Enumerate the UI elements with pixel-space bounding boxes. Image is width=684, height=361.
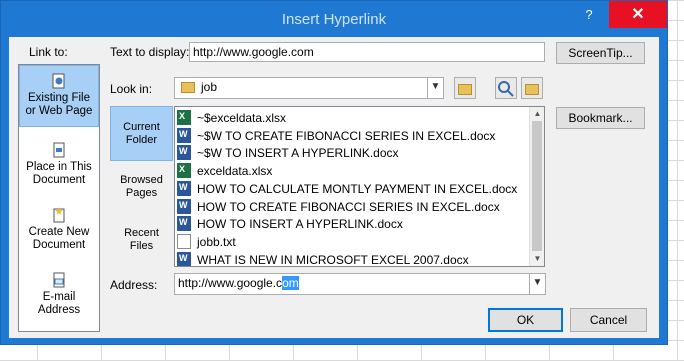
tab-line2: Folder <box>125 134 158 146</box>
file-list-item[interactable]: jobb.txt <box>177 233 236 251</box>
tab-line2: Files <box>129 240 154 252</box>
link-item-line2: Address <box>37 304 81 316</box>
new-document-icon <box>53 207 65 223</box>
browse-the-web-button[interactable] <box>495 77 517 99</box>
insert-hyperlink-dialog: Insert Hyperlink ? ✕ Link to: Existing F… <box>0 0 668 345</box>
chevron-down-icon[interactable]: ▼ <box>529 274 545 294</box>
file-list-item[interactable]: Xexceldata.xlsx <box>177 162 272 180</box>
document-bookmark-icon <box>53 142 65 158</box>
title-bar: Insert Hyperlink ? ✕ <box>1 1 667 37</box>
link-item-line1: E-mail <box>42 291 76 303</box>
folder-open-icon <box>525 84 539 95</box>
word-file-icon: W <box>177 198 191 214</box>
text-to-display-input[interactable]: http://www.google.com <box>189 42 545 62</box>
dialog-body: Link to: Existing File or Web Page Place… <box>9 37 659 338</box>
close-button[interactable]: ✕ <box>609 1 667 28</box>
link-to-existing-file[interactable]: Existing File or Web Page <box>19 65 99 127</box>
word-file-icon: W <box>177 251 191 266</box>
file-list-item[interactable]: W ~$W TO INSERT A HYPERLINK.docx <box>177 144 399 162</box>
ok-button[interactable]: OK <box>488 308 563 332</box>
file-list-item[interactable]: W HOW TO INSERT A HYPERLINK.docx <box>177 215 403 233</box>
link-item-line2: Document <box>32 174 86 186</box>
link-item-line1: Create New <box>28 226 90 238</box>
link-to-panel: Existing File or Web Page Place in This … <box>18 64 100 332</box>
folder-icon <box>181 82 195 93</box>
folder-web-icon <box>458 84 472 95</box>
link-to-create-new-document[interactable]: Create New Document <box>19 202 99 258</box>
screentip-button[interactable]: ScreenTip... <box>556 42 645 64</box>
tab-line1: Browsed <box>120 174 163 186</box>
file-name: jobb.txt <box>197 234 236 249</box>
file-list-item[interactable]: W HOW TO CALCULATE MONTLY PAYMENT IN EXCE… <box>177 180 517 198</box>
file-name: exceldata.xlsx <box>197 164 273 179</box>
dialog-title: Insert Hyperlink <box>281 11 387 28</box>
excel-file-icon: X <box>177 163 191 179</box>
help-button[interactable]: ? <box>581 7 597 25</box>
file-name: ~$W TO INSERT A HYPERLINK.docx <box>197 146 399 161</box>
email-icon <box>53 272 65 288</box>
link-item-line1: Place in This <box>26 161 92 173</box>
look-in-dropdown[interactable]: job ▼ <box>174 77 444 99</box>
file-list: X ~$exceldata.xlsx W ~$W TO CREATE FIBONACC… <box>174 106 545 267</box>
file-name: ~$W TO CREATE FIBONACCI SERIES IN EXCEL.… <box>197 128 496 143</box>
scroll-down-icon[interactable]: ▼ <box>530 252 544 266</box>
bookmark-button[interactable]: Bookmark... <box>556 107 645 129</box>
link-to-label: Link to: <box>29 45 68 59</box>
browse-web-button[interactable] <box>454 77 476 99</box>
address-selected-text: om <box>282 276 299 290</box>
look-in-value: job <box>201 80 218 94</box>
address-input[interactable]: http://www.google.com ▼ <box>174 273 546 295</box>
scroll-up-icon[interactable]: ▲ <box>530 107 544 121</box>
tab-line2: Pages <box>125 187 158 199</box>
tab-line1: Recent <box>124 227 159 239</box>
word-file-icon: W <box>177 127 191 143</box>
section-tabs: Current Folder Browsed Pages Recent File… <box>110 106 173 266</box>
word-file-icon: W <box>177 216 191 232</box>
text-to-display-label: Text to display: <box>110 45 190 59</box>
tab-line1: Current <box>123 121 160 133</box>
address-value: http://www.google.c <box>178 276 283 290</box>
file-name: HOW TO INSERT A HYPERLINK.docx <box>197 217 403 232</box>
file-name: ~$exceldata.xlsx <box>197 111 287 125</box>
file-name: WHAT IS NEW IN MICROSOFT EXCEL 2007.docx <box>197 252 469 267</box>
file-list-item[interactable]: X ~$exceldata.xlsx <box>177 109 286 127</box>
file-list-item[interactable]: W ~$W TO CREATE FIBONACCI SERIES IN EXCEL… <box>177 127 495 145</box>
link-item-line1: Existing File <box>28 92 90 104</box>
file-list-item[interactable]: W HOW TO CREATE FIBONACCI SERIES IN EXCEL… <box>177 198 500 216</box>
excel-file-icon: X <box>177 110 191 125</box>
text-file-icon <box>177 233 191 249</box>
globe-page-icon <box>52 73 65 89</box>
file-list-item[interactable]: W WHAT IS NEW IN MICROSOFT EXCEL 2007.doc… <box>177 251 469 267</box>
word-file-icon: W <box>177 145 191 161</box>
file-name: HOW TO CREATE FIBONACCI SERIES IN EXCEL.… <box>197 199 500 214</box>
word-file-icon: W <box>177 180 191 196</box>
scroll-thumb[interactable] <box>532 121 542 251</box>
link-to-email-address[interactable]: E-mail Address <box>19 267 99 323</box>
browse-file-button[interactable] <box>521 77 543 99</box>
link-to-place-in-document[interactable]: Place in This Document <box>19 137 99 193</box>
cancel-button[interactable]: Cancel <box>570 308 647 332</box>
address-label: Address: <box>110 278 158 292</box>
look-in-label: Look in: <box>110 82 153 96</box>
link-item-line2: Document <box>32 239 86 251</box>
search-icon <box>498 81 514 97</box>
tab-current-folder[interactable]: Current Folder <box>110 106 173 161</box>
file-name: HOW TO CALCULATE MONTLY PAYMENT IN EXCEL… <box>197 181 518 196</box>
chevron-down-icon[interactable]: ▼ <box>427 78 443 98</box>
tab-recent-files[interactable]: Recent Files <box>110 219 173 264</box>
tab-browsed-pages[interactable]: Browsed Pages <box>110 166 173 211</box>
file-list-scrollbar[interactable]: ▲ ▼ <box>529 107 544 266</box>
link-item-line2: or Web Page <box>25 105 93 117</box>
